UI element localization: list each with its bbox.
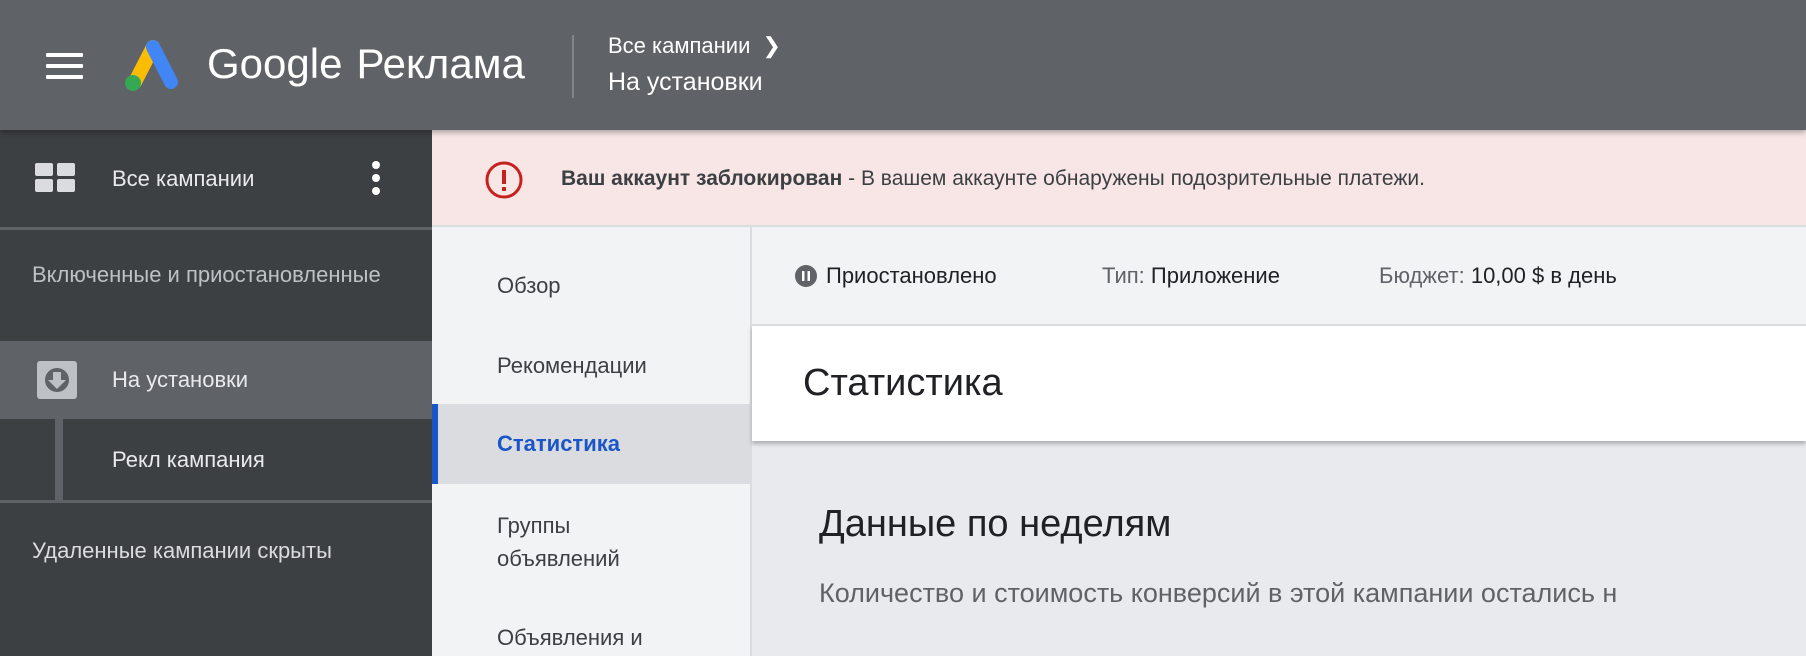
breadcrumb-parent[interactable]: Все кампании ❯ bbox=[608, 33, 781, 59]
type-value: Приложение bbox=[1150, 263, 1280, 288]
campaign-nav: Обзор Рекомендации Статистика Группы объ… bbox=[432, 227, 752, 656]
divider bbox=[572, 35, 574, 98]
banner-title: Ваш аккаунт заблокирован bbox=[561, 167, 843, 190]
all-campaigns-label: Все кампании bbox=[112, 166, 255, 191]
account-blocked-banner: Ваш аккаунт заблокирован - В вашем аккау… bbox=[432, 130, 1806, 227]
divider bbox=[0, 227, 432, 230]
error-icon bbox=[485, 161, 523, 199]
brand-name: Google bbox=[207, 40, 343, 87]
section-title: Данные по неделям bbox=[819, 503, 1172, 545]
campaign-sidebar: Все кампании Включенные и приостановленн… bbox=[0, 130, 432, 656]
deleted-campaigns-hidden: Удаленные кампании скрыты bbox=[32, 538, 332, 563]
top-app-bar: Google Реклама Все кампании ❯ На установк… bbox=[0, 0, 1806, 130]
nav-item-ad-groups[interactable]: Группы объявлений bbox=[432, 509, 662, 575]
divider bbox=[0, 500, 432, 503]
product-logo-text: Google Реклама bbox=[207, 40, 525, 88]
nav-item-overview[interactable]: Обзор bbox=[432, 269, 750, 302]
chevron-right-icon: ❯ bbox=[762, 33, 781, 58]
ad-campaign-item[interactable]: Рекл кампания bbox=[0, 419, 432, 500]
budget-label: Бюджет: bbox=[1379, 263, 1465, 288]
menu-icon[interactable] bbox=[46, 53, 83, 80]
banner-text: Ваш аккаунт заблокирован - В вашем аккау… bbox=[561, 167, 1425, 191]
product-name: Реклама bbox=[356, 40, 525, 87]
nav-item-statistics[interactable]: Статистика bbox=[432, 404, 750, 484]
section-description: Количество и стоимость конверсий в этой … bbox=[819, 578, 1618, 608]
campaign-label: На установки bbox=[112, 367, 249, 392]
nav-item-recommendations[interactable]: Рекомендации bbox=[432, 349, 750, 382]
campaign-status-bar: Приостановлено Тип: Приложение Бюджет: 1… bbox=[752, 227, 1806, 326]
campaign-budget[interactable]: Бюджет: 10,00 $ в день bbox=[1379, 263, 1617, 289]
page-title: Статистика bbox=[803, 362, 1003, 404]
campaign-item-selected[interactable]: На установки bbox=[0, 341, 432, 419]
ad-campaign-label: Рекл кампания bbox=[112, 447, 265, 472]
all-campaigns-row[interactable]: Все кампании bbox=[0, 130, 432, 227]
type-label: Тип: bbox=[1102, 263, 1145, 288]
campaign-type: Тип: Приложение bbox=[1102, 263, 1280, 289]
breadcrumb-current: На установки bbox=[608, 68, 763, 96]
breadcrumb-parent-label: Все кампании bbox=[608, 33, 751, 58]
more-vert-icon[interactable] bbox=[369, 160, 383, 196]
grid-icon bbox=[35, 163, 75, 192]
status-filter[interactable]: Включенные и приостановленные bbox=[32, 258, 392, 291]
page-header-card: Статистика bbox=[752, 326, 1806, 441]
pause-icon bbox=[795, 265, 817, 287]
google-ads-logo-icon bbox=[125, 40, 178, 91]
budget-value: 10,00 $ в день bbox=[1470, 263, 1617, 288]
tree-line bbox=[55, 419, 63, 500]
banner-message: - В вашем аккаунте обнаружены подозрител… bbox=[842, 167, 1425, 190]
nav-item-ads[interactable]: Объявления и bbox=[432, 621, 750, 654]
campaign-status[interactable]: Приостановлено bbox=[826, 263, 997, 289]
download-app-icon bbox=[37, 361, 77, 399]
